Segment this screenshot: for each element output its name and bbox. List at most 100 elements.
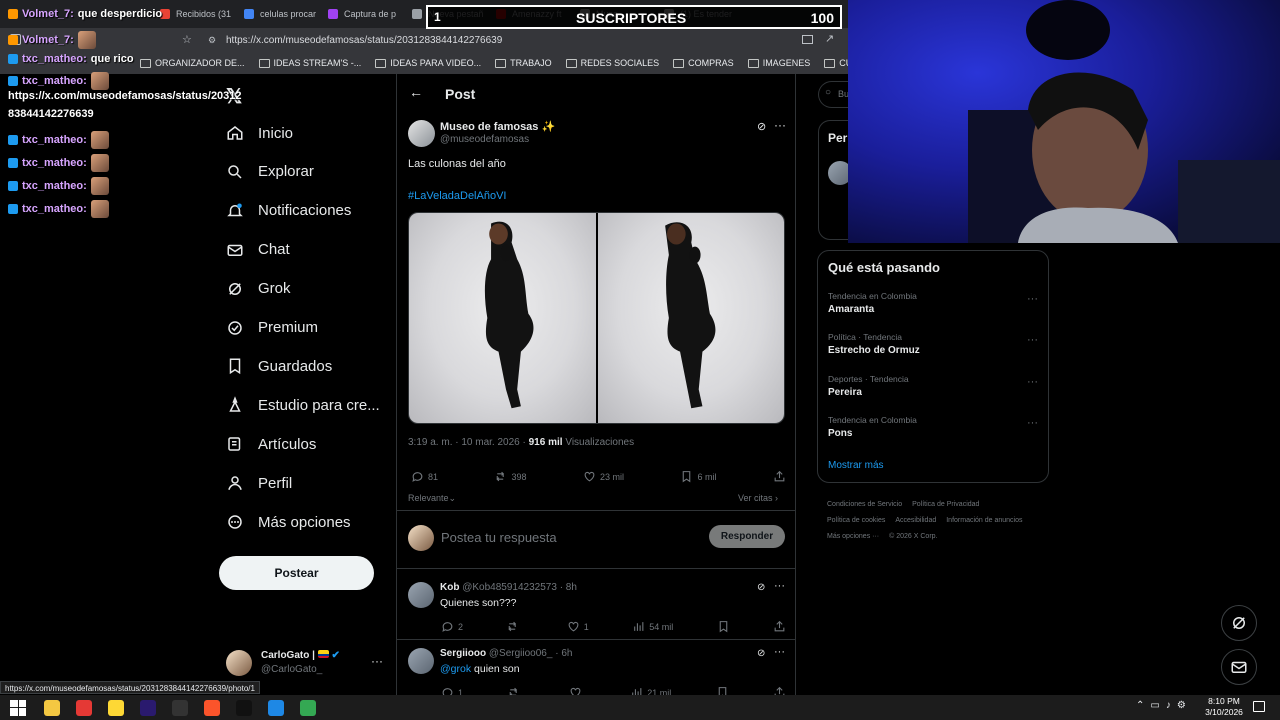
reply-more-icon[interactable]: ··· <box>774 646 785 658</box>
file-explorer-icon[interactable] <box>44 699 60 716</box>
reply-item[interactable]: Kob @Kob485914232573 · 8h ⊘ ··· Quienes son… <box>397 574 795 640</box>
sidebar-item-guardados[interactable]: Guardados <box>226 357 332 375</box>
sidebar-item-artículos[interactable]: Artículos <box>226 435 316 453</box>
sidebar-item-grok[interactable]: Grok <box>226 280 291 298</box>
author-handle[interactable]: @museodefamosas <box>440 134 529 145</box>
reply-heart-action[interactable] <box>569 686 586 695</box>
post-button[interactable]: Postear <box>219 556 374 590</box>
quotes-link[interactable]: Ver citas › <box>738 493 778 503</box>
chrome-icon[interactable] <box>300 699 316 716</box>
notifications-icon[interactable] <box>1253 701 1265 712</box>
bookmark-item[interactable]: IMAGENES <box>747 58 810 68</box>
bookmark-item[interactable]: CUENTAS <box>824 58 848 68</box>
sidebar-item-explorar[interactable]: Explorar <box>226 163 314 181</box>
bookmark-item[interactable]: IDEAS STREAM'S -... <box>258 58 361 68</box>
browser-tab[interactable]: celulas procar <box>234 3 316 25</box>
windows-start-icon[interactable] <box>10 699 26 716</box>
back-arrow-icon[interactable]: ← <box>409 84 423 100</box>
bookmark-item[interactable]: COMPRAS <box>673 58 734 68</box>
trend-item[interactable]: Política · Tendencia Estrecho de Ormuz ··· <box>828 332 1038 356</box>
brave-icon[interactable] <box>204 699 220 716</box>
sidebar-item-chat[interactable]: Chat <box>226 241 290 259</box>
reply-author-name[interactable]: Kob <box>440 582 459 593</box>
bookmark-item[interactable]: TRABAJO <box>495 58 552 68</box>
grok-explain-icon[interactable]: ⊘ <box>757 120 766 133</box>
post-more-icon[interactable]: ··· <box>774 118 786 132</box>
reply-mention[interactable]: @grok <box>440 663 471 675</box>
reply-author-handle[interactable]: @Kob485914232573 · 8h <box>462 582 577 593</box>
footer-link[interactable]: © 2026 X Corp. <box>889 529 937 545</box>
author-name[interactable]: Museo de famosas ✨ <box>440 120 555 133</box>
reply-author-avatar[interactable] <box>408 582 434 608</box>
footer-link[interactable]: Información de anuncios <box>946 513 1022 529</box>
author-avatar[interactable] <box>408 120 435 147</box>
footer-link[interactable]: Política de cookies <box>827 513 885 529</box>
reply-reply-action[interactable]: 2 <box>441 620 463 633</box>
reply-author-name[interactable]: Sergiiooo <box>440 648 486 659</box>
capcut-icon[interactable] <box>172 699 188 716</box>
grok-explain-icon[interactable]: ⊘ <box>757 648 765 659</box>
tiktok-icon[interactable] <box>236 699 252 716</box>
reply-more-icon[interactable]: ··· <box>774 580 785 592</box>
grok-float-button[interactable] <box>1221 605 1257 641</box>
trend-more-icon[interactable]: ··· <box>1027 417 1038 429</box>
clock[interactable]: 8:10 PM 3/10/2026 <box>1200 696 1248 718</box>
share-icon[interactable]: ↗ <box>825 32 834 45</box>
reply-share-action[interactable] <box>773 620 786 633</box>
sidebar-item-inicio[interactable]: Inicio <box>226 124 293 142</box>
system-tray-icons[interactable]: ⌃▭♪⚙ <box>1136 700 1192 711</box>
bookmark-action[interactable]: 6 mil <box>680 470 716 483</box>
reply-views-action[interactable]: 21 mil <box>630 686 671 695</box>
sidebar-item-estudio-para-cre[interactable]: Estudio para cre... <box>226 396 380 414</box>
share-action[interactable] <box>773 470 786 483</box>
show-more-link[interactable]: Mostrar más <box>828 460 884 471</box>
browser-tab[interactable]: Captura de p <box>318 3 400 25</box>
reply-author-avatar[interactable] <box>408 648 434 674</box>
search-box[interactable]: ○ Bu <box>818 81 848 108</box>
post-photo-2[interactable] <box>597 213 784 423</box>
reply-repost-action[interactable] <box>506 620 523 633</box>
reply-author-handle[interactable]: @Sergiioo06_ · 6h <box>489 648 573 659</box>
sidebar-item-notificaciones[interactable]: Notificaciones <box>226 202 351 220</box>
reply-input[interactable]: Postea tu respuesta <box>441 530 557 545</box>
trend-more-icon[interactable]: ··· <box>1027 376 1038 388</box>
sort-dropdown[interactable]: Relevante⌄ <box>408 493 456 504</box>
premiere-icon[interactable] <box>140 699 156 716</box>
trend-more-icon[interactable]: ··· <box>1027 293 1038 305</box>
reply-heart-action[interactable]: 1 <box>567 620 589 633</box>
trend-item[interactable]: Deportes · Tendencia Pereira ··· <box>828 374 1038 398</box>
footer-link[interactable]: Más opciones ··· <box>827 529 879 545</box>
sidebar-item-perfil[interactable]: Perfil <box>226 474 292 492</box>
repost-action[interactable]: 398 <box>494 470 527 483</box>
sidebar-item-más-opciones[interactable]: Más opciones <box>226 513 351 531</box>
grok-explain-icon[interactable]: ⊘ <box>757 582 765 593</box>
bookmark-item[interactable]: REDES SOCIALES <box>565 58 659 68</box>
reply-repost-action[interactable] <box>507 686 524 695</box>
sidebar-item-premium[interactable]: Premium <box>226 319 318 337</box>
footer-link[interactable]: Accesibilidad <box>895 513 936 529</box>
account-switcher[interactable]: CarloGato | ✔ @CarloGato_ ··· <box>226 650 396 680</box>
reply-bookmark-action[interactable] <box>716 686 729 695</box>
footer-link[interactable]: Condiciones de Servicio <box>827 497 902 513</box>
bookmark-item[interactable]: IDEAS PARA VIDEO... <box>375 58 481 68</box>
trend-item[interactable]: Tendencia en Colombia Pons ··· <box>828 415 1038 439</box>
post-time[interactable]: 3:19 a. m. · 10 mar. 2026 · <box>408 437 529 448</box>
reply-button[interactable]: Responder <box>709 525 785 548</box>
post-hashtag[interactable]: #LaVeladaDelAñoVI <box>408 190 506 202</box>
url-field[interactable]: ⚙ https://x.com/museodefamosas/status/20… <box>200 32 790 49</box>
post-photo-1[interactable] <box>409 213 596 423</box>
footer-link[interactable]: Política de Privacidad <box>912 497 979 513</box>
reply-views-action[interactable]: 54 mil <box>632 620 673 633</box>
app-red-icon[interactable] <box>76 699 92 716</box>
messages-float-button[interactable] <box>1221 649 1257 685</box>
account-more-icon[interactable]: ··· <box>371 654 383 668</box>
notes-icon[interactable] <box>268 699 284 716</box>
cast-icon[interactable] <box>802 35 813 44</box>
reply-reply-action[interactable]: 1 <box>441 686 463 695</box>
reply-share-action[interactable] <box>773 686 786 695</box>
reply-action[interactable]: 81 <box>411 470 438 483</box>
reply-item[interactable]: Sergiiooo @Sergiioo06_ · 6h ⊘ ··· @grok qui… <box>397 640 795 695</box>
app-yellow-icon[interactable] <box>108 699 124 716</box>
trend-item[interactable]: Tendencia en Colombia Amaranta ··· <box>828 291 1038 315</box>
trend-more-icon[interactable]: ··· <box>1027 334 1038 346</box>
